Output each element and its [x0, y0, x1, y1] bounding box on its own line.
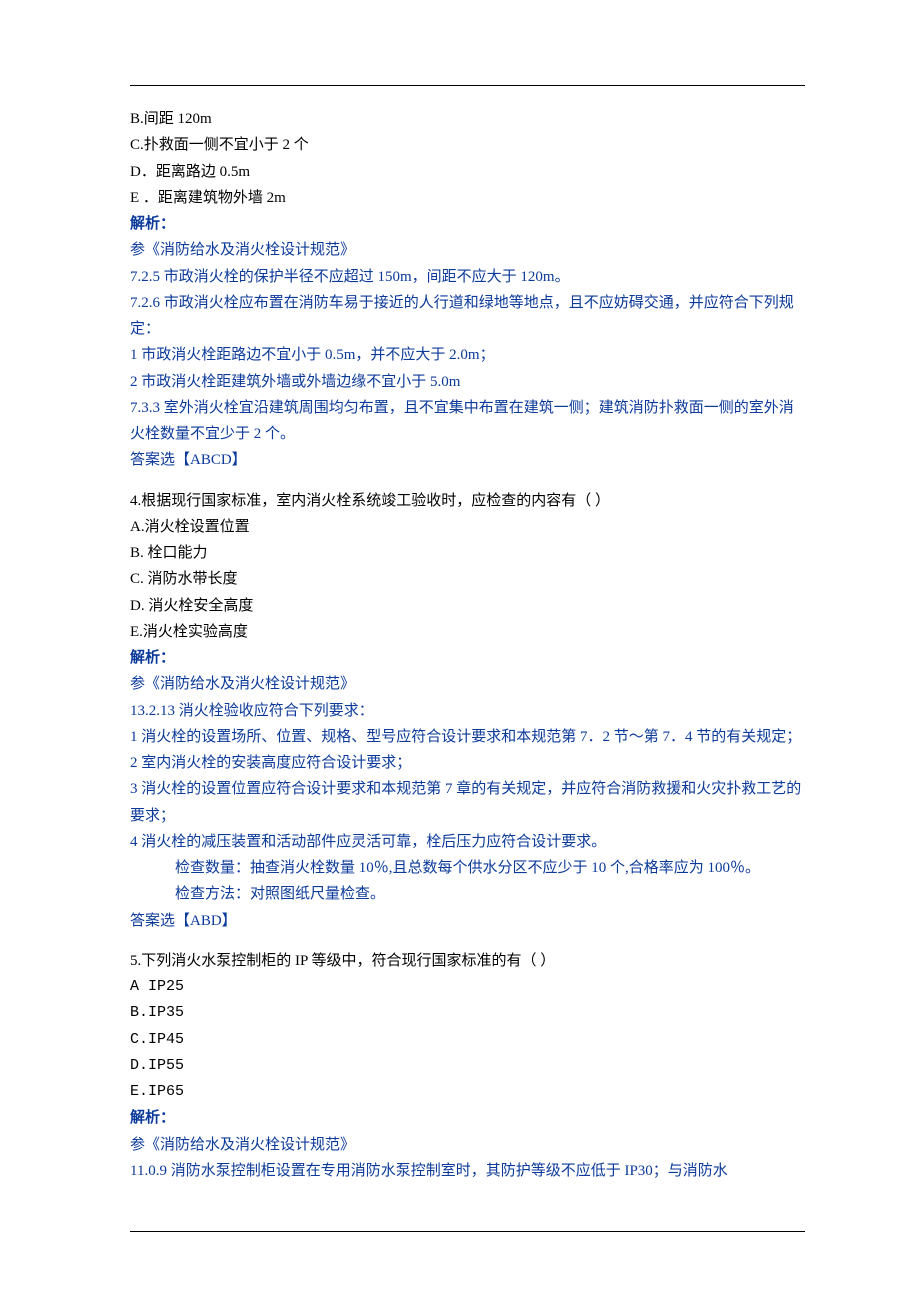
spacer	[130, 474, 805, 488]
q4-analysis-1: 13.2.13 消火栓验收应符合下列要求：	[130, 698, 805, 724]
top-horizontal-rule	[130, 85, 805, 86]
q5-stem: 5.下列消火水泵控制柜的 IP 等级中，符合现行国家标准的有（ ）	[130, 948, 805, 974]
q3-analysis-1: 7.2.5 市政消火栓的保护半径不应超过 150m，间距不应大于 120m。	[130, 264, 805, 290]
q5-reference: 参《消防给水及消火栓设计规范》	[130, 1132, 805, 1158]
q5-option-c: C.IP45	[130, 1027, 805, 1053]
q4-option-e: E.消火栓实验高度	[130, 619, 805, 645]
q3-analysis-2: 7.2.6 市政消火栓应布置在消防车易于接近的人行道和绿地等地点，且不应妨碍交通…	[130, 290, 805, 343]
q3-analysis-label: 解析：	[130, 211, 805, 237]
q5-option-a: A IP25	[130, 974, 805, 1000]
q3-option-e: E ．距离建筑物外墙 2m	[130, 185, 805, 211]
q4-option-d: D. 消火栓安全高度	[130, 593, 805, 619]
q3-option-c: C.扑救面一侧不宜小于 2 个	[130, 132, 805, 158]
q3-reference: 参《消防给水及消火栓设计规范》	[130, 237, 805, 263]
q3-option-b: B.间距 120m	[130, 106, 805, 132]
q3-analysis-5: 7.3.3 室外消火栓宜沿建筑周围均匀布置，且不宜集中布置在建筑一侧；建筑消防扑…	[130, 395, 805, 448]
q4-analysis-6: 检查数量：抽查消火栓数量 10％,且总数每个供水分区不应少于 10 个,合格率应…	[130, 855, 805, 881]
q4-analysis-7: 检查方法：对照图纸尺量检查。	[130, 881, 805, 907]
q3-option-d: D．距离路边 0.5m	[130, 159, 805, 185]
q3-answer: 答案选【ABCD】	[130, 447, 805, 473]
q4-analysis-2: 1 消火栓的设置场所、位置、规格、型号应符合设计要求和本规范第 7．2 节～第 …	[130, 724, 805, 750]
q4-option-a: A.消火栓设置位置	[130, 514, 805, 540]
q4-reference: 参《消防给水及消火栓设计规范》	[130, 671, 805, 697]
q5-analysis-1: 11.0.9 消防水泵控制柜设置在专用消防水泵控制室时，其防护等级不应低于 IP…	[130, 1158, 805, 1184]
q4-analysis-label: 解析：	[130, 645, 805, 671]
spacer	[130, 934, 805, 948]
q5-analysis-label: 解析：	[130, 1105, 805, 1131]
q4-analysis-4: 3 消火栓的设置位置应符合设计要求和本规范第 7 章的有关规定，并应符合消防救援…	[130, 776, 805, 829]
q5-option-d: D.IP55	[130, 1053, 805, 1079]
q5-option-e: E.IP65	[130, 1079, 805, 1105]
q4-analysis-3: 2 室内消火栓的安装高度应符合设计要求；	[130, 750, 805, 776]
q4-answer: 答案选【ABD】	[130, 908, 805, 934]
q4-stem: 4.根据现行国家标准，室内消火栓系统竣工验收时，应检查的内容有（ ）	[130, 488, 805, 514]
q5-option-b: B.IP35	[130, 1000, 805, 1026]
q4-analysis-5: 4 消火栓的减压装置和活动部件应灵活可靠，栓后压力应符合设计要求。	[130, 829, 805, 855]
q4-option-c: C. 消防水带长度	[130, 566, 805, 592]
q3-analysis-3: 1 市政消火栓距路边不宜小于 0.5m，并不应大于 2.0m；	[130, 342, 805, 368]
bottom-horizontal-rule	[130, 1231, 805, 1232]
q4-option-b: B. 栓口能力	[130, 540, 805, 566]
q3-analysis-4: 2 市政消火栓距建筑外墙或外墙边缘不宜小于 5.0m	[130, 369, 805, 395]
document-page: B.间距 120m C.扑救面一侧不宜小于 2 个 D．距离路边 0.5m E …	[0, 0, 920, 1302]
